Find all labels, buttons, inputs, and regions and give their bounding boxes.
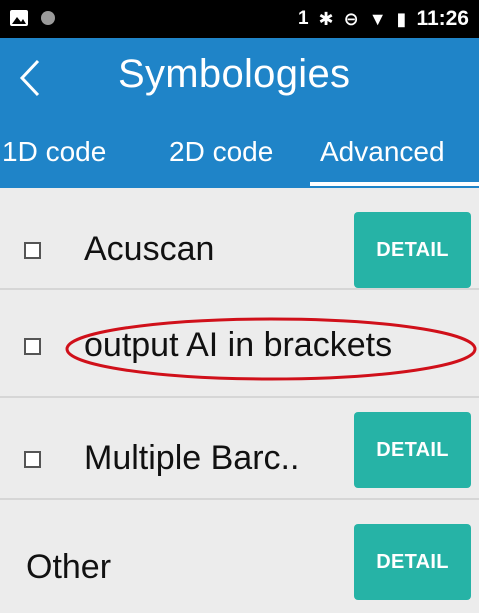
status-left-icons (10, 10, 56, 26)
bluetooth-icon: ✱ (318, 9, 334, 29)
do-not-disturb-icon: ⊖ (343, 9, 359, 29)
tab-1d-code[interactable]: 1D code (2, 136, 106, 168)
list-item-other: Other DETAIL (0, 500, 479, 600)
status-right-icons: 1 ✱ ⊖ ▼ ▮ 11:26 (298, 0, 469, 38)
back-arrow-icon (19, 59, 40, 97)
acuscan-checkbox[interactable] (24, 242, 41, 259)
dot-icon (41, 11, 55, 25)
page-title: Symbologies (118, 52, 351, 96)
acuscan-detail-button[interactable]: DETAIL (354, 212, 471, 288)
status-bar: 1 ✱ ⊖ ▼ ▮ 11:26 (0, 0, 479, 38)
symbologies-screen: 1 ✱ ⊖ ▼ ▮ 11:26 Symbologies 1D code 2D c… (0, 0, 479, 613)
output-ai-checkbox[interactable] (24, 338, 41, 355)
multiple-barcodes-checkbox[interactable] (24, 451, 41, 468)
sim-label: 1 (297, 8, 309, 29)
status-time: 11:26 (416, 7, 469, 30)
list-item-acuscan: Acuscan DETAIL (0, 188, 479, 290)
wifi-icon: ▼ (368, 9, 387, 29)
other-label: Other (26, 548, 112, 586)
list-item-output-ai-in-brackets: output AI in brackets (0, 296, 479, 398)
multiple-barcodes-label: Multiple Barc.. (84, 439, 300, 477)
back-button[interactable] (0, 38, 60, 118)
battery-icon: ▮ (396, 9, 407, 29)
multiple-barcodes-detail-button[interactable]: DETAIL (354, 412, 471, 488)
other-detail-button[interactable]: DETAIL (354, 524, 471, 600)
list-item-multiple-barcodes: Multiple Barc.. DETAIL (0, 398, 479, 500)
tab-2d-code[interactable]: 2D code (169, 136, 273, 168)
app-bar: Symbologies (0, 38, 479, 118)
output-ai-label: output AI in brackets (84, 326, 393, 364)
acuscan-label: Acuscan (84, 230, 215, 268)
tab-advanced[interactable]: Advanced (320, 136, 445, 168)
tab-bar: 1D code 2D code Advanced (0, 118, 479, 188)
tab-selected-indicator (310, 182, 479, 186)
image-icon (10, 10, 28, 26)
